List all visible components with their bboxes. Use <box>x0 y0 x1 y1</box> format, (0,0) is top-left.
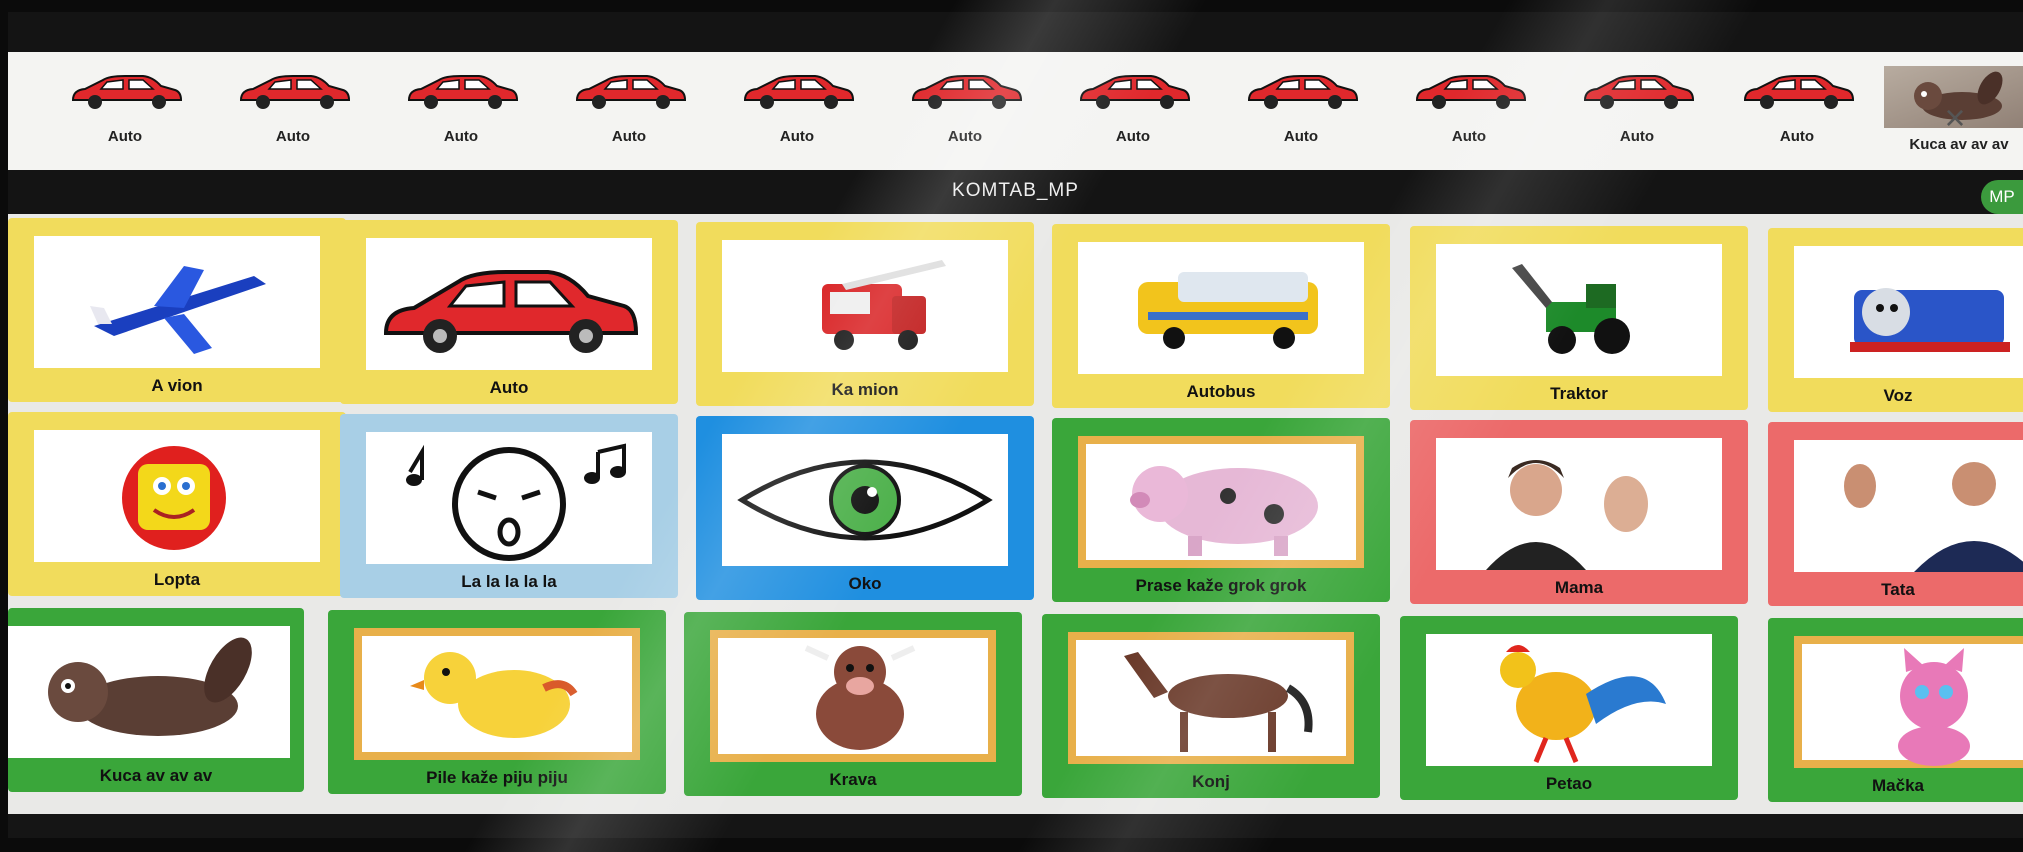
tile-traktor[interactable]: Traktor <box>1410 226 1748 410</box>
tile-label: Traktor <box>1550 384 1608 403</box>
tile-label: Tata <box>1881 580 1915 599</box>
tile-konj[interactable]: Konj <box>1042 614 1380 798</box>
tile-voz[interactable]: Voz <box>1768 228 2023 412</box>
car-icon <box>575 75 687 109</box>
tractor-picture <box>1436 244 1722 376</box>
train-picture <box>1794 246 2023 378</box>
tile-label: Ka mion <box>831 380 899 399</box>
tile-pile[interactable]: Pile kaže piju piju <box>328 610 666 794</box>
car-icon <box>1583 75 1695 109</box>
tile-label: Voz <box>1883 386 1913 405</box>
dog-picture <box>8 626 290 758</box>
tile-label: Oko <box>848 574 882 593</box>
bottom-bar <box>8 814 2023 838</box>
eye-icon <box>737 459 993 541</box>
strip-item-label: Auto <box>1115 128 1151 145</box>
cow-picture <box>710 630 996 762</box>
tile-tata[interactable]: Tata <box>1768 422 2023 606</box>
tile-label: Pile kaže piju piju <box>426 768 568 787</box>
tile-label: Krava <box>829 770 877 789</box>
tile-label: Petao <box>1545 774 1593 793</box>
tile-auto[interactable]: Auto <box>340 220 678 404</box>
car-icon <box>407 75 519 109</box>
strip-item[interactable]: Auto <box>1732 70 1862 162</box>
strip-item[interactable]: Auto <box>396 70 526 162</box>
car-icon <box>743 75 855 109</box>
tile-label: La la la la la <box>461 572 557 591</box>
chick-picture <box>354 628 640 760</box>
strip-item[interactable]: Auto <box>564 70 694 162</box>
strip-item[interactable]: Auto <box>60 70 190 162</box>
strip-item-label: Kuca av av av <box>1909 136 2009 153</box>
strip-item[interactable]: Auto <box>228 70 358 162</box>
strip-item[interactable]: Auto <box>1236 70 1366 162</box>
tile-label: Konj <box>1192 772 1230 791</box>
car-icon <box>1079 75 1191 109</box>
strip-item[interactable]: Auto <box>900 70 1030 162</box>
tile-label: A vion <box>151 376 203 395</box>
car-icon <box>1743 75 1855 109</box>
tile-mama[interactable]: Mama <box>1410 420 1748 604</box>
strip-item[interactable]: Auto <box>732 70 862 162</box>
eye-picture <box>722 434 1008 566</box>
tile-label: Auto <box>489 378 529 397</box>
tile-avion[interactable]: A vion <box>8 218 346 402</box>
rooster-picture <box>1426 634 1712 766</box>
strip-item-label: Auto <box>1451 128 1487 145</box>
strip-item-label: Auto <box>1283 128 1319 145</box>
car-icon <box>911 75 1023 109</box>
strip-item-label: Auto <box>1619 128 1655 145</box>
tile-macka[interactable]: Mačka <box>1768 618 2023 802</box>
strip-item[interactable]: Auto <box>1068 70 1198 162</box>
truck-picture <box>722 240 1008 372</box>
tile-kuca[interactable]: Kuca av av av <box>8 608 304 792</box>
tile-prase[interactable]: Prase kaže grok grok <box>1052 418 1390 602</box>
car-icon <box>1247 75 1359 109</box>
horse-picture <box>1068 632 1354 764</box>
board-title: KOMTAB_MP <box>952 180 1079 201</box>
tile-autobus[interactable]: Autobus <box>1052 224 1390 408</box>
tile-label: Mama <box>1554 578 1604 597</box>
cat-picture <box>1794 636 2023 768</box>
car-icon <box>383 270 639 353</box>
airplane-picture <box>34 236 320 368</box>
tile-label: Kuca av av av <box>99 766 213 785</box>
tile-la-la[interactable]: La la la la la <box>340 414 678 598</box>
car-picture <box>366 238 652 370</box>
strip-item[interactable]: Auto <box>1572 70 1702 162</box>
title-bar: KOMTAB_MP MP <box>8 170 2023 214</box>
ball-picture <box>34 430 320 562</box>
tile-lopta[interactable]: Lopta <box>8 412 346 596</box>
avatar[interactable]: MP <box>1981 180 2023 214</box>
tile-label: Autobus <box>1186 382 1256 401</box>
close-icon[interactable]: × <box>1935 98 1975 138</box>
singing-picture <box>366 432 652 564</box>
strip-item-label: Auto <box>107 128 143 145</box>
strip-item-label: Auto <box>443 128 479 145</box>
tile-label: Lopta <box>153 570 201 589</box>
tile-kamion[interactable]: Ka mion <box>696 222 1034 406</box>
car-icon <box>1415 75 1527 109</box>
bus-picture <box>1078 242 1364 374</box>
tile-oko[interactable]: Oko <box>696 416 1034 600</box>
tile-label: Prase kaže grok grok <box>1135 576 1307 595</box>
tile-krava[interactable]: Krava <box>684 612 1022 796</box>
car-icon <box>71 75 183 109</box>
tile-petao[interactable]: Petao <box>1400 616 1738 800</box>
strip-item-label: Auto <box>611 128 647 145</box>
strip-item[interactable]: Auto <box>1404 70 1534 162</box>
car-icon <box>239 75 351 109</box>
strip-item-label: Auto <box>779 128 815 145</box>
mama-photo <box>1436 438 1722 570</box>
tile-label: Mačka <box>1872 776 1924 795</box>
strip-item-label: Auto <box>947 128 983 145</box>
pig-picture <box>1078 436 1364 568</box>
symbol-grid: A vion Auto Ka mion Autobus Traktor Voz … <box>8 214 2023 814</box>
sentence-strip[interactable]: Auto Auto Auto Auto Auto Auto Auto Auto <box>8 52 2023 170</box>
tata-photo <box>1794 440 2023 572</box>
strip-item-label: Auto <box>1779 128 1815 145</box>
tablet-screen: Auto Auto Auto Auto Auto Auto Auto Auto <box>8 12 2023 838</box>
strip-item-label: Auto <box>275 128 311 145</box>
